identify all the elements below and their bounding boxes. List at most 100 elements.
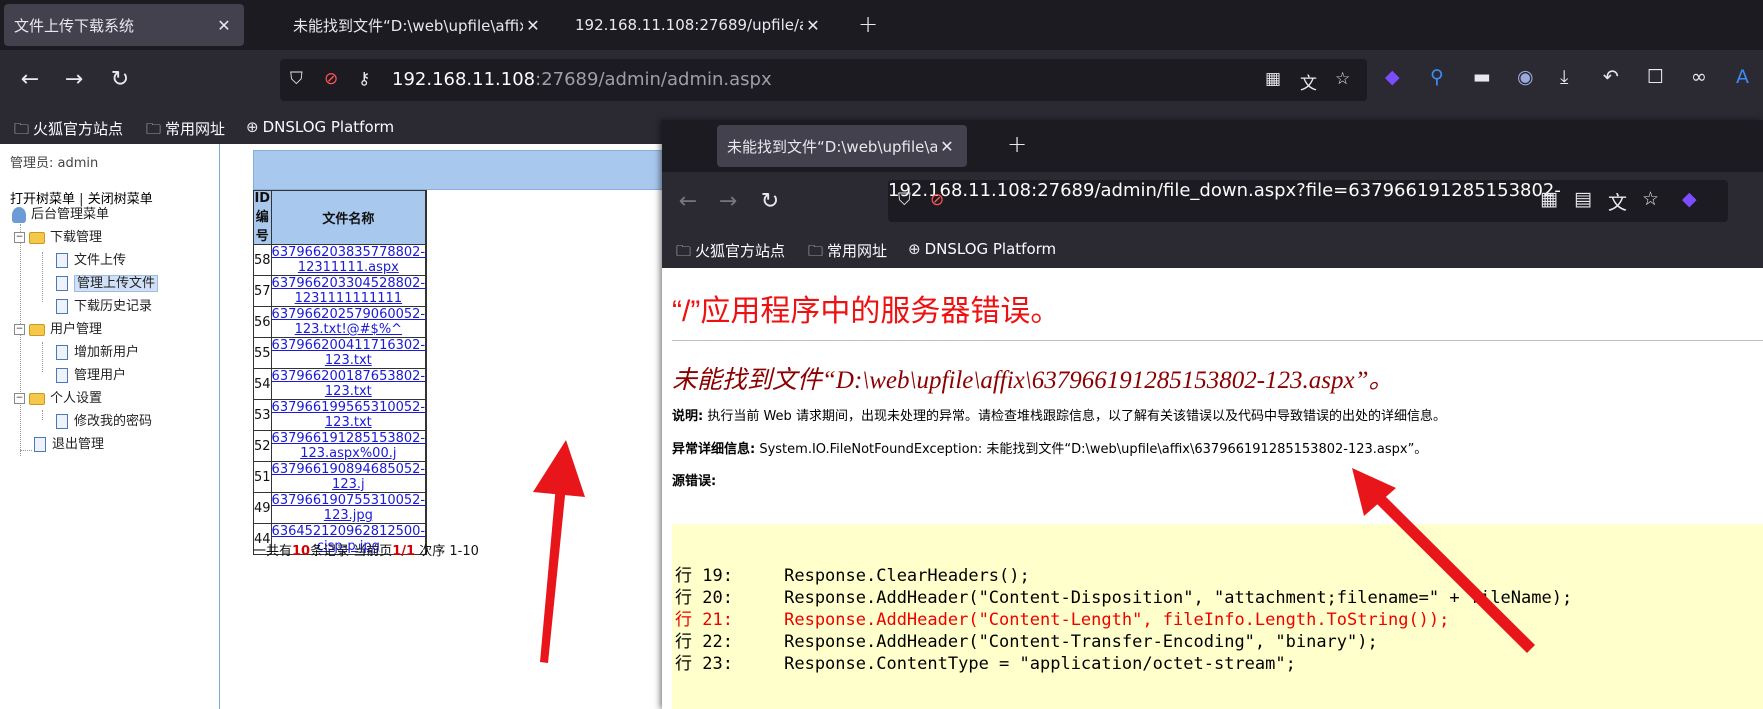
hat-icon[interactable]: ▬ (1473, 66, 1491, 88)
collapse-icon[interactable]: − (14, 393, 25, 404)
close-icon[interactable]: ✕ (803, 16, 823, 35)
tab-error-page[interactable]: 未能找到文件“D:\web\upfile\affix\ ✕ (717, 125, 967, 167)
insecure-lock-icon[interactable]: ⊘ (324, 69, 338, 89)
folder-icon: 🗀 (808, 242, 824, 260)
tree-label: 个人设置 (50, 391, 103, 406)
forward-arrow-icon[interactable]: → (58, 64, 90, 96)
location-pin-icon[interactable]: ⚲ (1430, 66, 1444, 88)
tree-label: 管理用户 (74, 368, 127, 383)
cell-filename: 637966191285153802-123.aspx%00.j (270, 430, 427, 462)
cell-id: 55 (253, 337, 272, 369)
tree-line (20, 450, 32, 451)
tree-personal[interactable]: − 个人设置 (14, 389, 102, 409)
url-text[interactable]: 192.168.11.108:27689/admin/file_down.asp… (888, 180, 1561, 201)
robot-icon[interactable]: ☐ (1647, 66, 1664, 88)
back-arrow-icon[interactable]: ← (672, 186, 704, 218)
tree-change-password[interactable]: 修改我的密码 (56, 412, 152, 432)
url-bar[interactable]: ⛉ ⊘ ⚷ 192.168.11.108:27689/admin/admin.a… (280, 59, 1367, 101)
tab-file-system[interactable]: 文件上传下载系统 ✕ (4, 4, 244, 46)
qr-code-icon[interactable]: ▦ (1540, 188, 1558, 210)
file-link[interactable]: 637966190755310052-123.jpg (272, 493, 426, 523)
error-window: 未能找到文件“D:\web\upfile\affix\ ✕ + ← → ↻ ⛉ … (662, 120, 1763, 709)
file-link[interactable]: 637966202579060052-123.txt!@#$%^ (272, 307, 426, 337)
file-link[interactable]: 637966203304528802-1231111111111 (272, 276, 426, 306)
file-link[interactable]: 637966200187653802-123.txt (272, 369, 426, 399)
files-table: ID编号 文件名称 58 637966203835778802-12311111.… (253, 190, 428, 555)
bookmark-dnslog[interactable]: ⊕ DNSLOG Platform (246, 118, 394, 136)
new-tab-button[interactable]: + (858, 10, 878, 38)
file-link[interactable]: 637966203835778802-12311111.aspx (272, 245, 426, 275)
summary-text: 一共有 (253, 544, 293, 559)
file-link[interactable]: 637966200411716302-123.txt (272, 338, 426, 368)
reload-icon[interactable]: ↻ (104, 64, 136, 96)
insecure-lock-icon[interactable]: ⊘ (930, 190, 944, 210)
qr-code-icon[interactable]: ▦ (1265, 69, 1281, 89)
bookmark-dnslog[interactable]: ⊕ DNSLOG Platform (908, 240, 1056, 258)
bookmark-common[interactable]: 🗀 常用网址 (808, 240, 887, 266)
circle-extension-icon[interactable]: ◉ (1517, 66, 1534, 88)
table-row: 56 637966202579060052-123.txt!@#$%^ (253, 306, 428, 338)
translate-icon[interactable]: ⽂ (1300, 69, 1317, 94)
translate-icon[interactable]: ⽂ (1608, 188, 1627, 215)
shield-icon[interactable]: ⛉ (898, 190, 911, 210)
translate-extension-icon[interactable]: A (1736, 66, 1749, 88)
table-row: 53 637966199565310052-123.txt (253, 399, 428, 431)
tab-error-page[interactable]: 未能找到文件“D:\web\upfile\affix\ ✕ (283, 4, 553, 46)
cell-filename: 637966202579060052-123.txt!@#$%^ (270, 306, 427, 338)
tree-download-history[interactable]: 下载历史记录 (56, 297, 152, 317)
file-link[interactable]: 637966191285153802-123.aspx%00.j (272, 431, 426, 461)
url-bar[interactable]: ⛉ ⊘ 192.168.11.108:27689/admin/file_down… (888, 180, 1728, 222)
tree-root[interactable]: 后台管理菜单 (12, 205, 109, 225)
url-text[interactable]: 192.168.11.108:27689/admin/admin.aspx (392, 69, 772, 90)
cell-filename: 637966203304528802-1231111111111 (270, 275, 427, 307)
table-row: 54 637966200187653802-123.txt (253, 368, 428, 400)
reader-view-icon[interactable]: ▤ (1574, 188, 1592, 210)
table-row: 52 637966191285153802-123.aspx%00.j (253, 430, 428, 462)
tree-line (42, 342, 43, 372)
tree-manage-uploads[interactable]: 管理上传文件 (56, 274, 159, 294)
bookmark-firefox[interactable]: 🗀 火狐官方站点 (14, 118, 123, 144)
tree-download-mgmt[interactable]: − 下载管理 (14, 228, 102, 248)
cell-extra (425, 306, 428, 338)
tree-manage-users[interactable]: 管理用户 (56, 366, 126, 386)
cell-id: 52 (253, 430, 272, 462)
source-error-label: 源错误: (672, 474, 717, 489)
sidebar: 管理员: admin 打开树菜单 | 关闭树菜单 后台管理菜单 − 下载管理 文件… (0, 144, 220, 709)
back-arrow-icon[interactable]: ← (14, 64, 46, 96)
extension-layers-icon[interactable]: ◆ (1385, 66, 1400, 88)
tree-label: 退出管理 (52, 437, 105, 452)
key-icon[interactable]: ⚷ (358, 69, 370, 89)
bookmark-firefox[interactable]: 🗀 火狐官方站点 (676, 240, 785, 266)
close-icon[interactable]: ✕ (523, 16, 543, 35)
tab-upfile[interactable]: 192.168.11.108:27689/upfile/affix ✕ (565, 4, 833, 46)
collapse-icon[interactable]: − (14, 324, 25, 335)
bookmark-star-icon[interactable]: ☆ (1642, 188, 1659, 210)
cell-filename: 637966200187653802-123.txt (270, 368, 427, 400)
column-header-filename: 文件名称 (270, 190, 427, 245)
tree-add-user[interactable]: 增加新用户 (56, 343, 139, 363)
undo-icon[interactable]: ↶ (1603, 66, 1619, 88)
cell-filename: 637966190755310052-123.jpg (270, 492, 427, 524)
shield-icon[interactable]: ⛉ (290, 69, 303, 89)
new-tab-button[interactable]: + (1007, 130, 1027, 158)
tree-line (42, 252, 43, 302)
tree-file-upload[interactable]: 文件上传 (56, 251, 126, 271)
reload-icon[interactable]: ↻ (754, 186, 786, 218)
bookmark-common[interactable]: 🗀 常用网址 (146, 118, 225, 144)
mask-icon[interactable]: ∞ (1691, 66, 1707, 88)
collapse-icon[interactable]: − (14, 232, 25, 243)
bookmark-star-icon[interactable]: ☆ (1335, 69, 1350, 89)
close-icon[interactable]: ✕ (937, 137, 957, 156)
download-icon[interactable]: ⤓ (1560, 66, 1568, 88)
file-link[interactable]: 637966199565310052-123.txt (272, 400, 426, 430)
url-path: :27689/admin/file_down.aspx?file=6379661… (1031, 180, 1561, 201)
summary-text: 次序 1-10 (415, 544, 479, 559)
tree-user-mgmt[interactable]: − 用户管理 (14, 320, 102, 340)
file-link[interactable]: 637966190894685052-123.j (272, 462, 426, 492)
extension-layers-icon[interactable]: ◆ (1682, 188, 1697, 210)
tree-logout[interactable]: 退出管理 (34, 435, 104, 455)
close-icon[interactable]: ✕ (214, 16, 234, 35)
forward-arrow-icon[interactable]: → (712, 186, 744, 218)
nav-bar: ← → ↻ ⛉ ⊘ ⚷ 192.168.11.108:27689/admin/a… (0, 50, 1763, 112)
bookmark-label: 火狐官方站点 (695, 242, 786, 260)
